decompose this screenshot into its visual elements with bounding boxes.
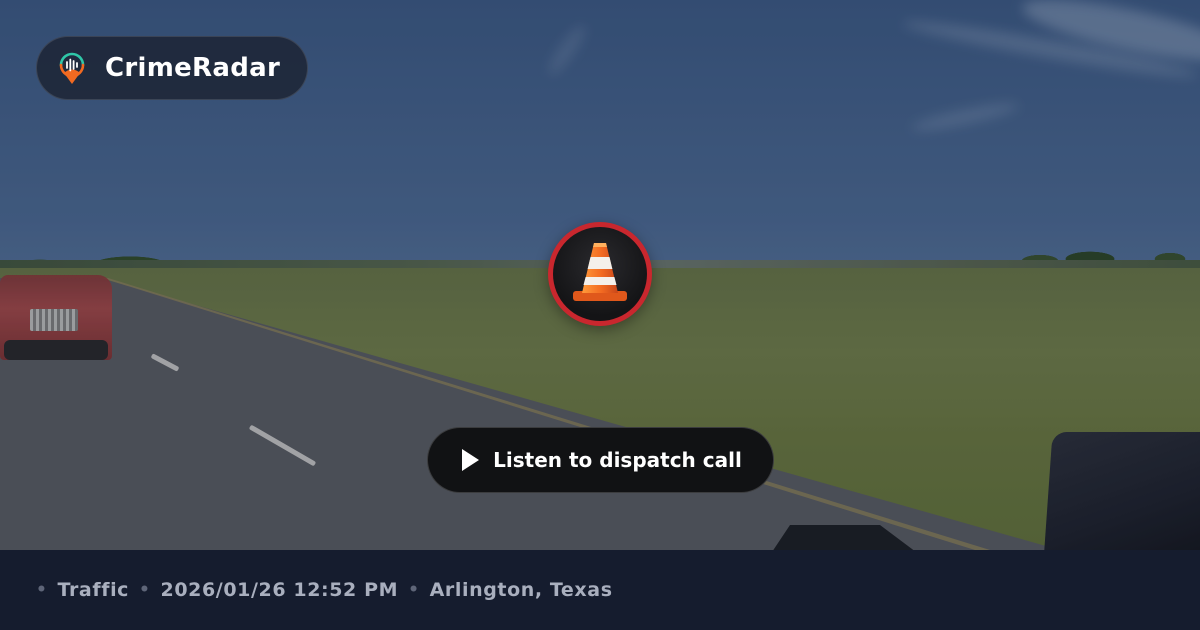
category-badge	[548, 222, 652, 326]
radar-pin-icon	[57, 51, 87, 85]
incident-meta-bar: • Traffic • 2026/01/26 12:52 PM • Arling…	[0, 550, 1200, 630]
brand-pill[interactable]: CrimeRadar	[36, 36, 308, 100]
play-icon	[459, 448, 481, 472]
incident-location: Arlington, Texas	[429, 579, 613, 601]
incident-datetime: 2026/01/26 12:52 PM	[160, 579, 399, 601]
brand-name: CrimeRadar	[105, 53, 281, 83]
separator-dot: •	[139, 580, 151, 600]
separator-dot: •	[36, 580, 48, 600]
share-card: CrimeRadar Listen to dispatch call • Tra…	[0, 0, 1200, 630]
incident-category: Traffic	[57, 579, 130, 601]
separator-dot: •	[408, 580, 420, 600]
traffic-cone-icon	[569, 239, 631, 309]
listen-dispatch-button[interactable]: Listen to dispatch call	[427, 427, 774, 493]
listen-button-label: Listen to dispatch call	[493, 448, 742, 472]
